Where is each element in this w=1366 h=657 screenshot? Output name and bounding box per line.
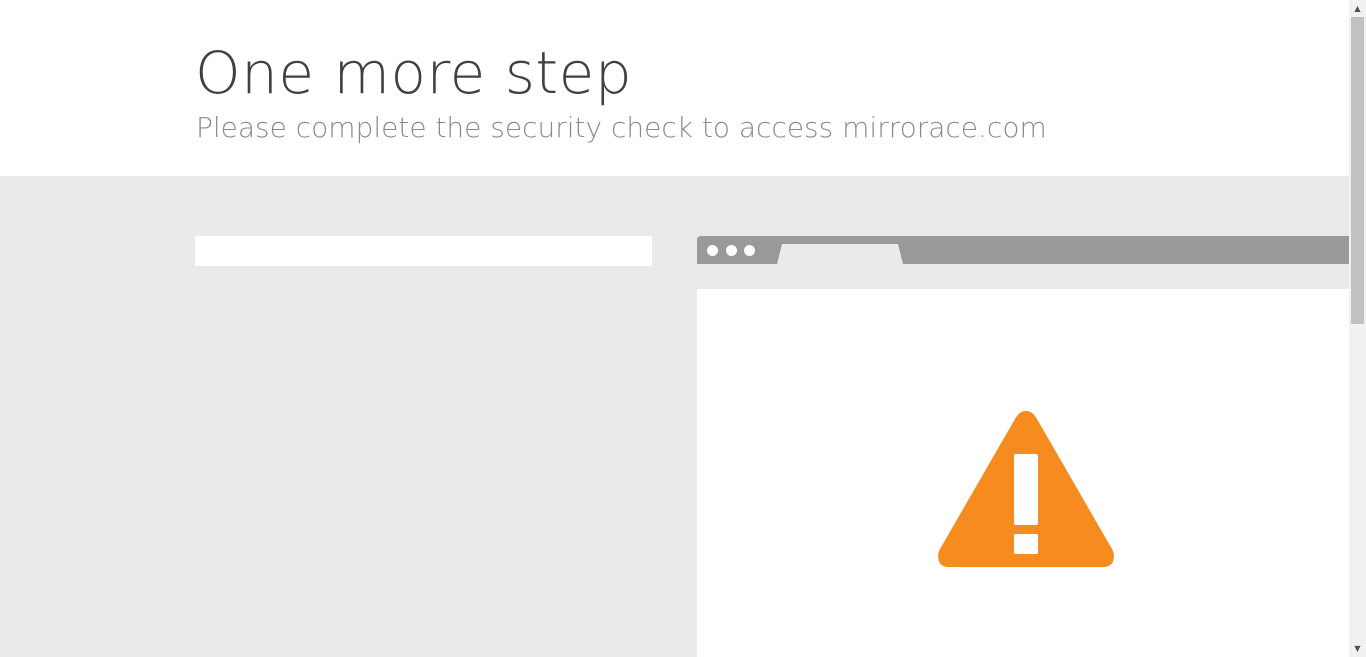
chevron-up-icon[interactable]: ▲ [1349, 0, 1366, 17]
scrollbar-thumb[interactable] [1351, 17, 1364, 324]
browser-illustration [697, 236, 1349, 657]
vertical-scrollbar[interactable]: ▲ ▼ [1349, 0, 1366, 657]
main-content [0, 176, 1349, 657]
window-dot-icon [707, 245, 718, 256]
browser-tab [777, 244, 903, 264]
browser-title-bar [697, 236, 1349, 264]
page: One more step Please complete the securi… [0, 0, 1366, 657]
chevron-down-icon[interactable]: ▼ [1349, 640, 1366, 657]
page-subtitle: Please complete the security check to ac… [196, 111, 1047, 144]
page-header: One more step Please complete the securi… [0, 0, 1349, 176]
window-dot-icon [726, 245, 737, 256]
browser-toolbar [697, 264, 1349, 289]
warning-icon [938, 411, 1114, 567]
page-title: One more step [195, 39, 633, 107]
browser-viewport [697, 289, 1349, 657]
window-dot-icon [744, 245, 755, 256]
captcha-container[interactable] [195, 236, 652, 266]
